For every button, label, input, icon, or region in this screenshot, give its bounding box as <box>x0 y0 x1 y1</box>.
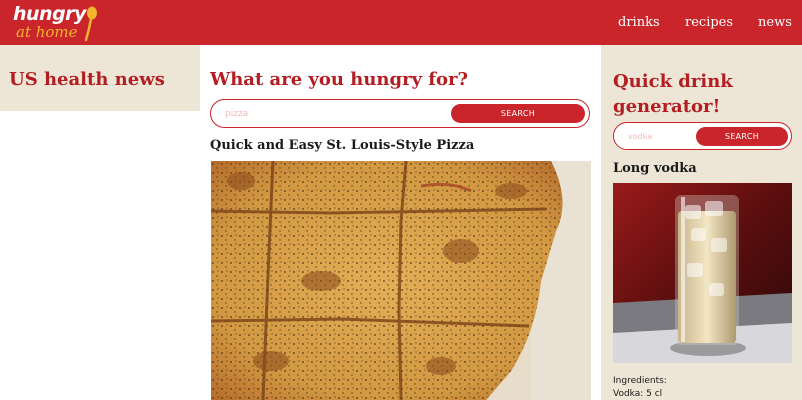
pizza-photo <box>211 161 591 400</box>
recipe-title[interactable]: Quick and Easy St. Louis-Style Pizza <box>210 138 474 153</box>
drink-search-form: SEARCH <box>613 122 792 150</box>
long-vodka-photo <box>613 183 792 363</box>
drink-search-input[interactable] <box>628 130 694 143</box>
drink-generator-panel: Quick drink generator! SEARCH Long vodka <box>601 45 802 400</box>
health-news-title: US health news <box>9 69 165 90</box>
logo-text-at-home: at home <box>16 23 78 41</box>
nav-drinks-link[interactable]: drinks <box>618 15 660 30</box>
recipe-search-button[interactable]: SEARCH <box>451 104 585 123</box>
ingredients-label: Ingredients: <box>613 376 667 386</box>
spoon-icon <box>84 6 97 42</box>
logo[interactable]: hungry at home <box>13 3 103 43</box>
recipe-search-form: SEARCH <box>210 99 590 128</box>
health-news-panel: US health news <box>0 45 200 111</box>
drink-name: Long vodka <box>613 161 697 176</box>
drink-search-button[interactable]: SEARCH <box>696 127 788 146</box>
nav-news-link[interactable]: news <box>758 15 792 30</box>
top-header: hungry at home drinks recipes news <box>0 0 802 45</box>
page-title: What are you hungry for? <box>210 69 469 90</box>
recipe-search-input[interactable] <box>225 107 425 121</box>
ingredient-item: Vodka: 5 cl <box>613 389 663 399</box>
drink-generator-title: Quick drink generator! <box>613 71 733 117</box>
drink-image <box>613 183 792 363</box>
nav-recipes-link[interactable]: recipes <box>685 15 733 30</box>
logo-text-hungry: hungry <box>13 3 86 25</box>
recipe-image[interactable] <box>211 161 591 400</box>
